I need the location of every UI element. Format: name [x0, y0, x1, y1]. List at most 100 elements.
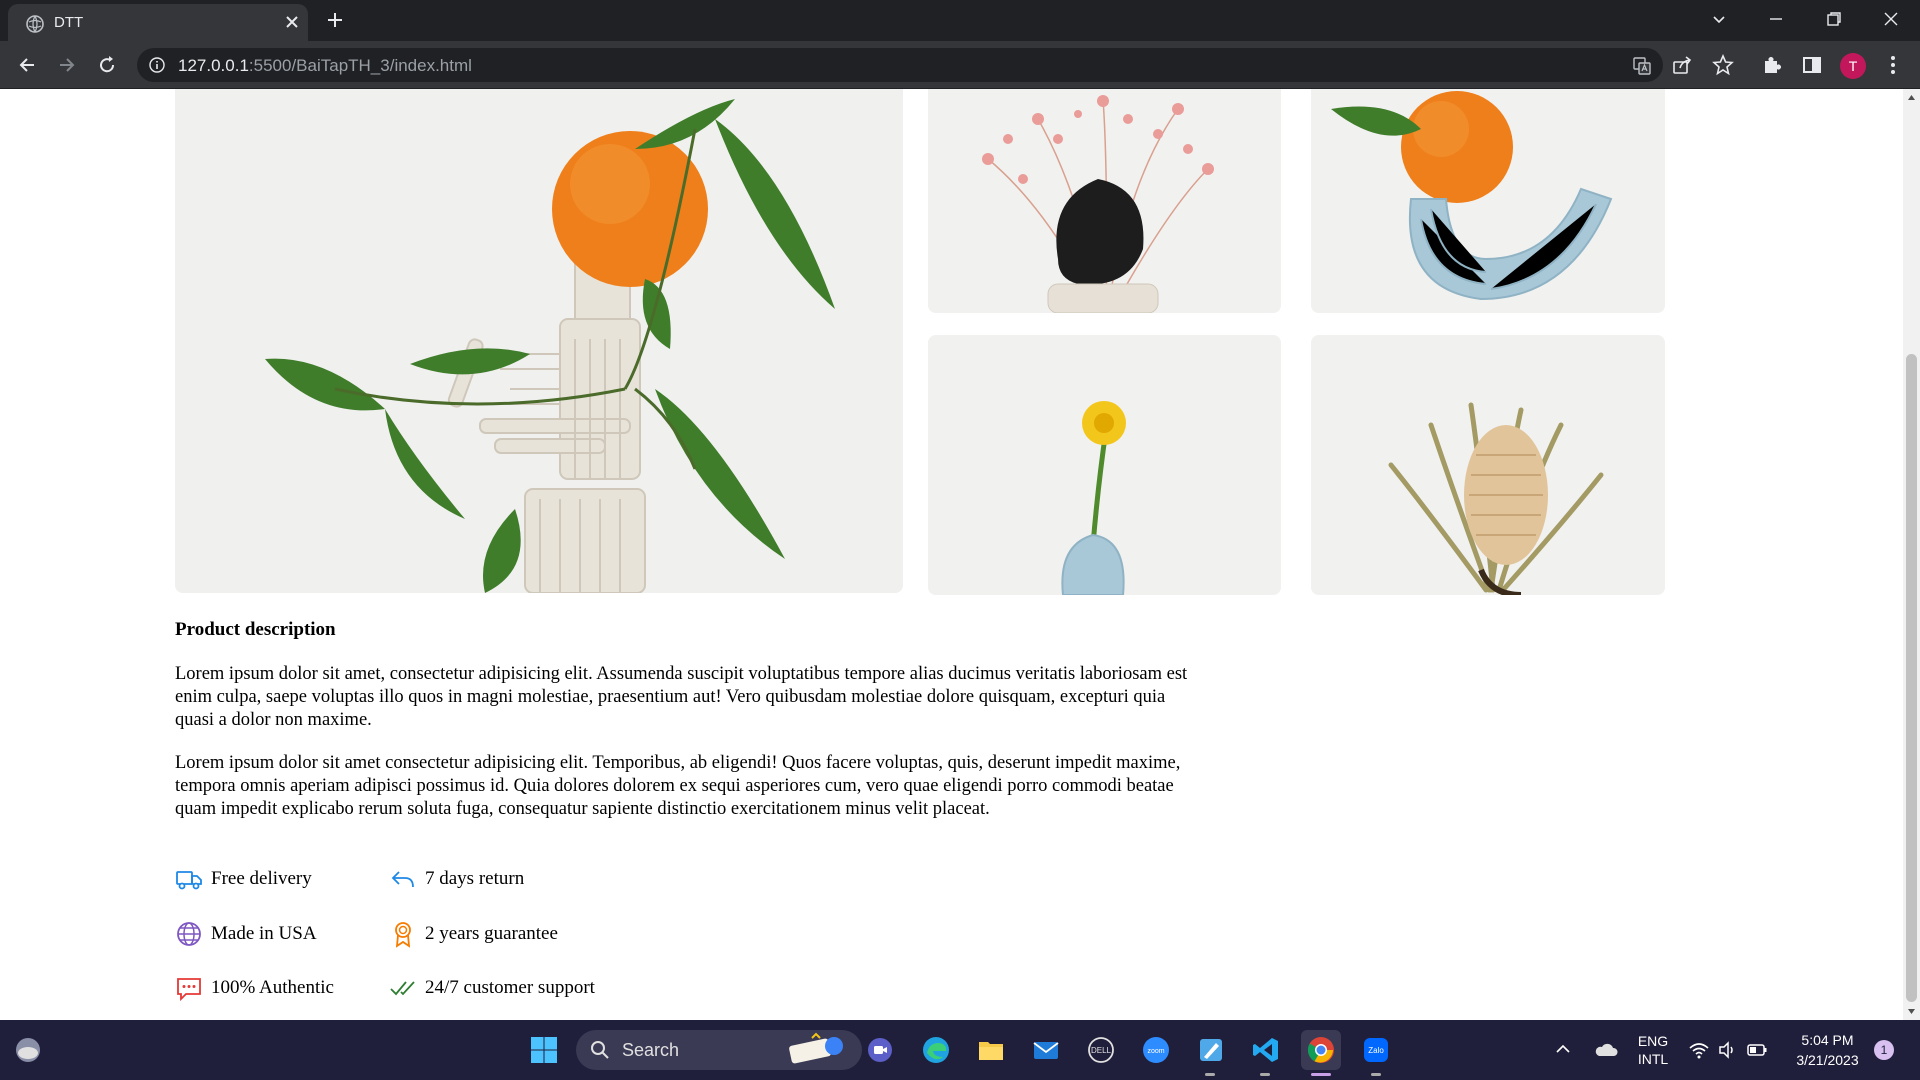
globe-icon — [177, 922, 201, 946]
double-check-icon — [390, 981, 415, 996]
windows-logo-icon — [531, 1037, 557, 1063]
taskbar-file-explorer[interactable] — [971, 1030, 1011, 1070]
paint-running-indicator — [1205, 1073, 1215, 1076]
message-icon — [177, 978, 201, 1002]
browser-tab[interactable]: DTT — [8, 4, 308, 41]
new-tab-icon[interactable] — [326, 11, 344, 29]
video-chat-icon — [868, 1038, 892, 1062]
description-paragraph-2: Lorem ipsum dolor sit amet consectetur a… — [175, 753, 1181, 819]
mail-icon — [1033, 1042, 1059, 1059]
dell-logo-icon: DELL — [1088, 1037, 1114, 1063]
browser-toolbar: 127.0.0.1:5500/BaiTapTH_3/index.html T — [0, 41, 1920, 89]
taskbar-edge[interactable] — [916, 1030, 956, 1070]
more-menu-icon[interactable] — [1882, 54, 1904, 76]
start-button[interactable] — [524, 1030, 564, 1070]
close-tab-icon[interactable] — [284, 14, 300, 30]
description-title: Product description — [175, 619, 336, 640]
site-info-icon[interactable] — [149, 57, 165, 73]
profile-avatar[interactable]: T — [1840, 53, 1866, 79]
product-thumbnail-banksia[interactable] — [1311, 335, 1665, 595]
volume-icon[interactable] — [1717, 1040, 1737, 1060]
minimize-icon[interactable] — [1767, 10, 1785, 28]
weather-widget[interactable] — [8, 1030, 48, 1070]
share-icon[interactable] — [1671, 54, 1693, 76]
taskbar-zoom[interactable]: zoom — [1136, 1030, 1176, 1070]
taskbar-mail[interactable] — [1026, 1030, 1066, 1070]
chrome-browser-icon — [1307, 1037, 1334, 1063]
search-label: Search — [622, 1040, 680, 1060]
product-main-image[interactable] — [175, 89, 903, 593]
url-path: :5500/BaiTapTH_3/index.html — [248, 56, 472, 75]
chrome-active-indicator — [1311, 1073, 1331, 1076]
restore-icon[interactable] — [1825, 10, 1843, 28]
zalo-running-indicator — [1371, 1073, 1381, 1076]
taskbar-chrome[interactable] — [1301, 1030, 1341, 1070]
product-description-section: Product description Lorem ipsum dolor si… — [175, 619, 1195, 841]
input-language[interactable]: ENG INTL — [1628, 1032, 1678, 1068]
vscode-icon — [1253, 1038, 1278, 1062]
extensions-puzzle-icon[interactable] — [1761, 54, 1783, 76]
close-window-icon[interactable] — [1882, 10, 1900, 28]
zalo-app-icon: Zalo — [1364, 1038, 1388, 1062]
windows-taskbar: Search DELL zoom Zalo ENG INTL 5:04 PM 3… — [0, 1020, 1920, 1080]
product-thumbnail-stone-flowers[interactable] — [928, 89, 1281, 313]
product-thumbnail-yellow-flower[interactable] — [928, 335, 1281, 595]
notification-badge[interactable]: 1 — [1874, 1040, 1894, 1060]
feature-label: 100% Authentic — [211, 977, 334, 998]
taskbar-zalo[interactable]: Zalo — [1356, 1030, 1396, 1070]
vscode-running-indicator — [1260, 1073, 1270, 1076]
clock-time: 5:04 PM — [1801, 1032, 1854, 1048]
page-scrollbar[interactable] — [1903, 89, 1920, 1020]
page-viewport: Product description Lorem ipsum dolor si… — [0, 89, 1920, 1020]
feature-label: Free delivery — [211, 868, 312, 889]
feature-guarantee: 2 years guarantee — [389, 920, 558, 948]
scroll-down-arrow-icon[interactable] — [1907, 1007, 1916, 1016]
address-bar[interactable]: 127.0.0.1:5500/BaiTapTH_3/index.html — [137, 48, 1663, 82]
feature-support: 24/7 customer support — [389, 974, 595, 1002]
tab-title: DTT — [54, 14, 84, 31]
side-panel-icon[interactable] — [1801, 54, 1823, 76]
bookmark-star-icon[interactable] — [1712, 54, 1734, 76]
browser-tab-strip: DTT — [0, 0, 1920, 41]
zoom-app-icon: zoom — [1143, 1037, 1169, 1063]
svg-text:DELL: DELL — [1091, 1046, 1112, 1055]
product-thumbnail-orange-blue[interactable] — [1311, 89, 1665, 313]
clock[interactable]: 5:04 PM 3/21/2023 — [1780, 1030, 1875, 1070]
feature-label: 7 days return — [425, 868, 525, 889]
search-highlight-illustration-icon — [789, 1032, 843, 1064]
svg-text:zoom: zoom — [1147, 1048, 1164, 1055]
taskbar-vscode[interactable] — [1246, 1030, 1286, 1070]
feature-return: 7 days return — [389, 865, 524, 893]
taskbar-search-box[interactable]: Search — [576, 1030, 862, 1070]
taskbar-paint[interactable] — [1191, 1030, 1231, 1070]
return-arrow-icon — [391, 871, 414, 888]
scroll-up-arrow-icon[interactable] — [1907, 93, 1916, 102]
url-host: 127.0.0.1 — [178, 56, 249, 75]
taskbar-dell[interactable]: DELL — [1081, 1030, 1121, 1070]
wifi-icon[interactable] — [1688, 1040, 1710, 1060]
feature-authentic: 100% Authentic — [175, 974, 334, 1002]
truck-icon — [176, 871, 202, 890]
forward-icon[interactable] — [56, 54, 78, 76]
feature-label: Made in USA — [211, 923, 317, 944]
search-icon — [591, 1041, 609, 1059]
description-paragraph-1: Lorem ipsum dolor sit amet, consectetur … — [175, 664, 1188, 730]
keyboard-layout: INTL — [1637, 1051, 1669, 1067]
svg-text:Zalo: Zalo — [1368, 1046, 1384, 1055]
back-icon[interactable] — [16, 54, 38, 76]
taskbar-teams-chat[interactable] — [860, 1030, 900, 1070]
translate-icon[interactable] — [1632, 56, 1652, 76]
show-hidden-icons-chevron-icon[interactable] — [1554, 1040, 1572, 1058]
onedrive-cloud-icon[interactable] — [1594, 1038, 1618, 1060]
tab-search-chevron-icon[interactable] — [1710, 10, 1728, 28]
scroll-thumb[interactable] — [1906, 354, 1917, 1002]
globe-favicon-icon — [26, 15, 44, 33]
url-text: 127.0.0.1:5500/BaiTapTH_3/index.html — [178, 56, 472, 76]
feature-label: 24/7 customer support — [425, 977, 595, 998]
folder-icon — [979, 1042, 1003, 1060]
reload-icon[interactable] — [96, 54, 118, 76]
feature-free-delivery: Free delivery — [175, 865, 312, 893]
feature-label: 2 years guarantee — [425, 923, 558, 944]
edge-browser-icon — [923, 1037, 949, 1063]
battery-icon[interactable] — [1746, 1041, 1768, 1059]
